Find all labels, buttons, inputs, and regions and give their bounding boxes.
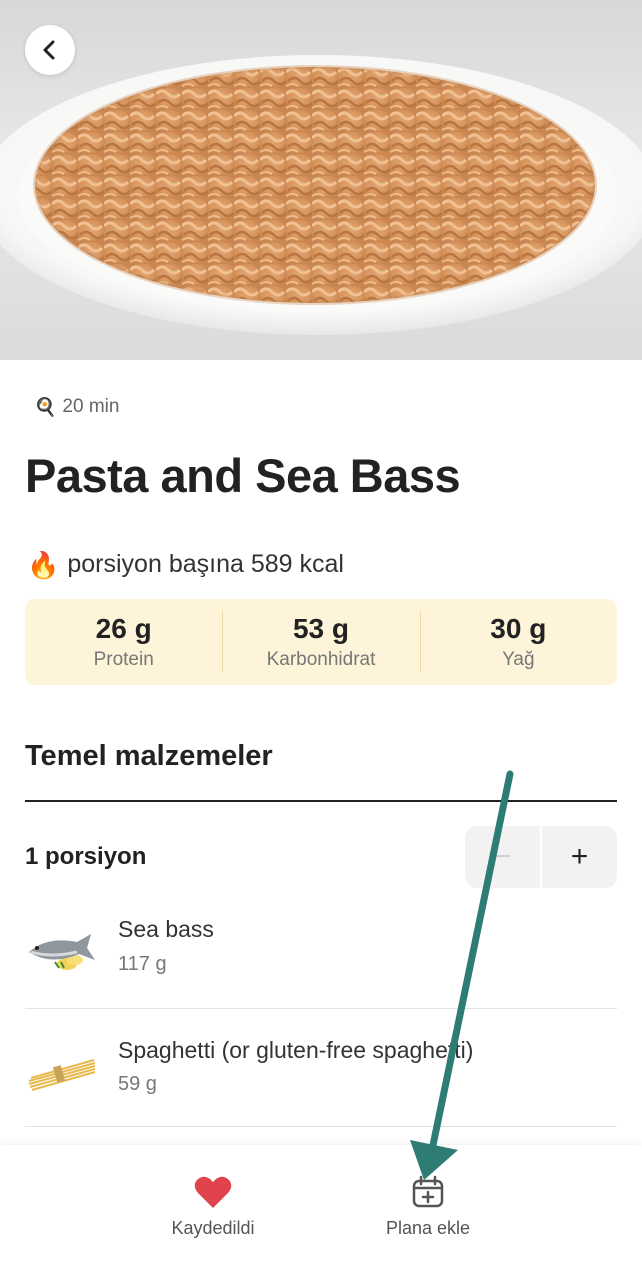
cook-time-label: 20 min: [62, 396, 120, 417]
ingredient-item[interactable]: Spaghetti (or gluten-free spaghetti) 59 …: [25, 1008, 617, 1126]
macro-summary: 26 g Protein 53 g Karbonhidrat 30 g Yağ: [25, 599, 617, 685]
portion-label: 1 porsiyon: [25, 843, 147, 870]
heart-icon: [194, 1176, 232, 1208]
chevron-left-icon: [43, 40, 55, 60]
pasta-plate-illustration: [0, 55, 642, 335]
macro-label: Protein: [93, 649, 154, 670]
calendar-plus-icon: [412, 1175, 444, 1208]
macro-label: Karbonhidrat: [266, 649, 376, 670]
add-to-plan-label: Plana ekle: [385, 1218, 471, 1238]
macro-value: 53 g: [292, 613, 349, 644]
fire-icon: 🔥: [27, 549, 60, 580]
section-divider: [25, 800, 617, 802]
ingredient-name: Sea bass: [118, 916, 214, 942]
decrease-portion-button[interactable]: −: [465, 826, 542, 888]
saved-button[interactable]: Kaydedildi: [143, 1175, 283, 1239]
back-button[interactable]: [25, 25, 75, 75]
macro-value: 30 g: [490, 613, 547, 644]
recipe-title: Pasta and Sea Bass: [25, 449, 461, 502]
bottom-action-bar: Kaydedildi Plana ekle: [0, 1145, 642, 1280]
recipe-hero-image: [0, 0, 642, 360]
ingredients-section-title: Temel malzemeler: [25, 740, 273, 772]
frying-pan-icon: 🍳: [34, 397, 57, 417]
ingredient-amount: 59 g: [118, 1073, 157, 1095]
saved-label: Kaydedildi: [171, 1218, 255, 1238]
macro-value: 26 g: [95, 613, 152, 644]
increase-portion-button[interactable]: +: [542, 826, 617, 888]
cook-time: 🍳 20 min: [34, 396, 119, 418]
ingredient-item[interactable]: Sea bass 117 g: [25, 890, 617, 1008]
calories-label: porsiyon başına 589 kcal: [67, 550, 344, 578]
macro-label: Yağ: [502, 649, 535, 670]
macro-fat: 30 g Yağ: [419, 599, 617, 685]
macro-carbs: 53 g Karbonhidrat: [222, 599, 419, 685]
add-to-plan-button[interactable]: Plana ekle: [358, 1175, 498, 1239]
macro-protein: 26 g Protein: [25, 599, 222, 685]
calories-per-portion: 🔥 porsiyon başına 589 kcal: [27, 550, 344, 579]
ingredient-amount: 117 g: [118, 953, 167, 975]
spaghetti-image: [28, 1059, 96, 1091]
sea-bass-image: [29, 934, 95, 970]
ingredient-name: Spaghetti (or gluten-free spaghetti): [118, 1037, 474, 1063]
portion-stepper[interactable]: − +: [465, 826, 617, 888]
